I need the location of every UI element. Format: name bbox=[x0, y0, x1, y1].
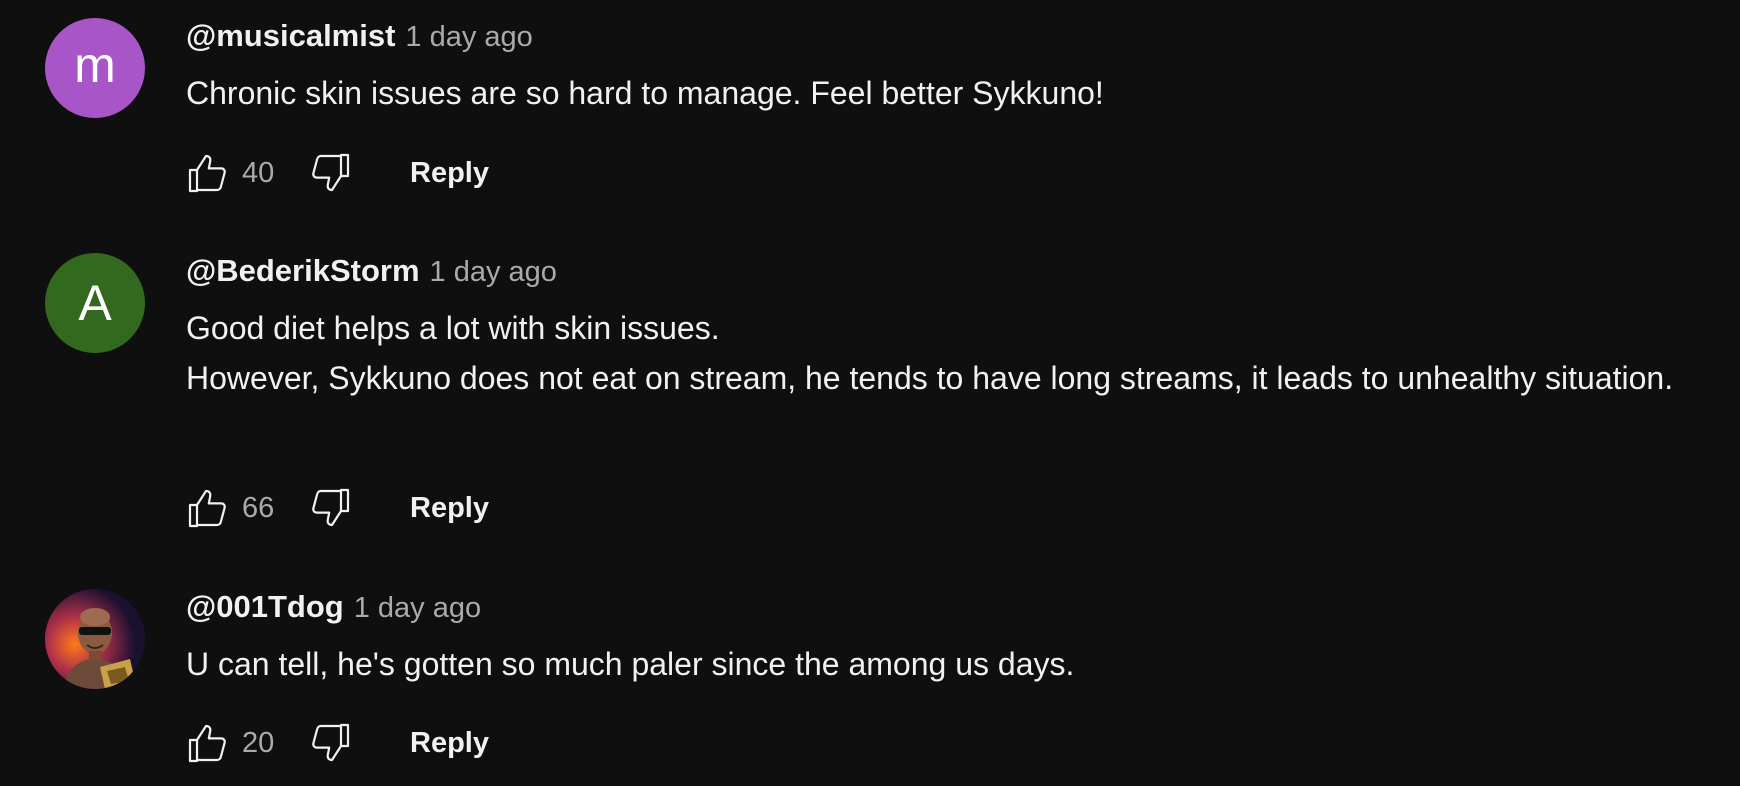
thumbs-down-icon bbox=[312, 488, 350, 527]
thumbs-up-icon bbox=[188, 489, 226, 528]
thumbs-up-icon bbox=[188, 154, 226, 193]
comment-text: Chronic skin issues are so hard to manag… bbox=[186, 75, 1104, 111]
avatar-letter: m bbox=[74, 37, 116, 93]
comment-actions: 40 Reply bbox=[178, 143, 489, 203]
comment-author[interactable]: @001Tdog bbox=[186, 589, 344, 625]
like-button[interactable] bbox=[178, 478, 238, 538]
comment-timestamp[interactable]: 1 day ago bbox=[430, 256, 557, 289]
like-count: 20 bbox=[242, 726, 275, 759]
thumbs-down-icon bbox=[312, 723, 350, 762]
comment-header: @001Tdog 1 day ago bbox=[186, 589, 1680, 633]
profile-photo bbox=[45, 589, 145, 689]
reply-button[interactable]: Reply bbox=[410, 727, 489, 760]
like-button[interactable] bbox=[178, 143, 238, 203]
avatar[interactable]: A bbox=[45, 253, 145, 353]
comment-timestamp[interactable]: 1 day ago bbox=[405, 21, 532, 54]
thumbs-up-icon bbox=[188, 724, 226, 763]
comment-actions: 66 Reply bbox=[178, 478, 489, 538]
like-count: 66 bbox=[242, 491, 275, 524]
comment-author[interactable]: @BederikStorm bbox=[186, 253, 420, 289]
dislike-button[interactable] bbox=[300, 713, 360, 773]
avatar[interactable] bbox=[45, 589, 145, 689]
comment-header: @musicalmist 1 day ago bbox=[186, 18, 1680, 62]
dislike-button[interactable] bbox=[300, 478, 360, 538]
comment-text: U can tell, he's gotten so much paler si… bbox=[186, 646, 1075, 682]
comment-header: @BederikStorm 1 day ago bbox=[186, 253, 1680, 297]
reply-button[interactable]: Reply bbox=[410, 492, 489, 525]
avatar[interactable]: m bbox=[45, 18, 145, 118]
comment-author[interactable]: @musicalmist bbox=[186, 18, 395, 54]
thumbs-down-icon bbox=[312, 153, 350, 192]
comment-actions: 20 Reply bbox=[178, 713, 489, 773]
avatar-letter: A bbox=[78, 275, 112, 331]
dislike-button[interactable] bbox=[300, 143, 360, 203]
like-count: 40 bbox=[242, 156, 275, 189]
comment-timestamp[interactable]: 1 day ago bbox=[354, 592, 481, 625]
reply-button[interactable]: Reply bbox=[410, 157, 489, 190]
comment-text: Good diet helps a lot with skin issues. … bbox=[186, 310, 1674, 396]
like-button[interactable] bbox=[178, 713, 238, 773]
